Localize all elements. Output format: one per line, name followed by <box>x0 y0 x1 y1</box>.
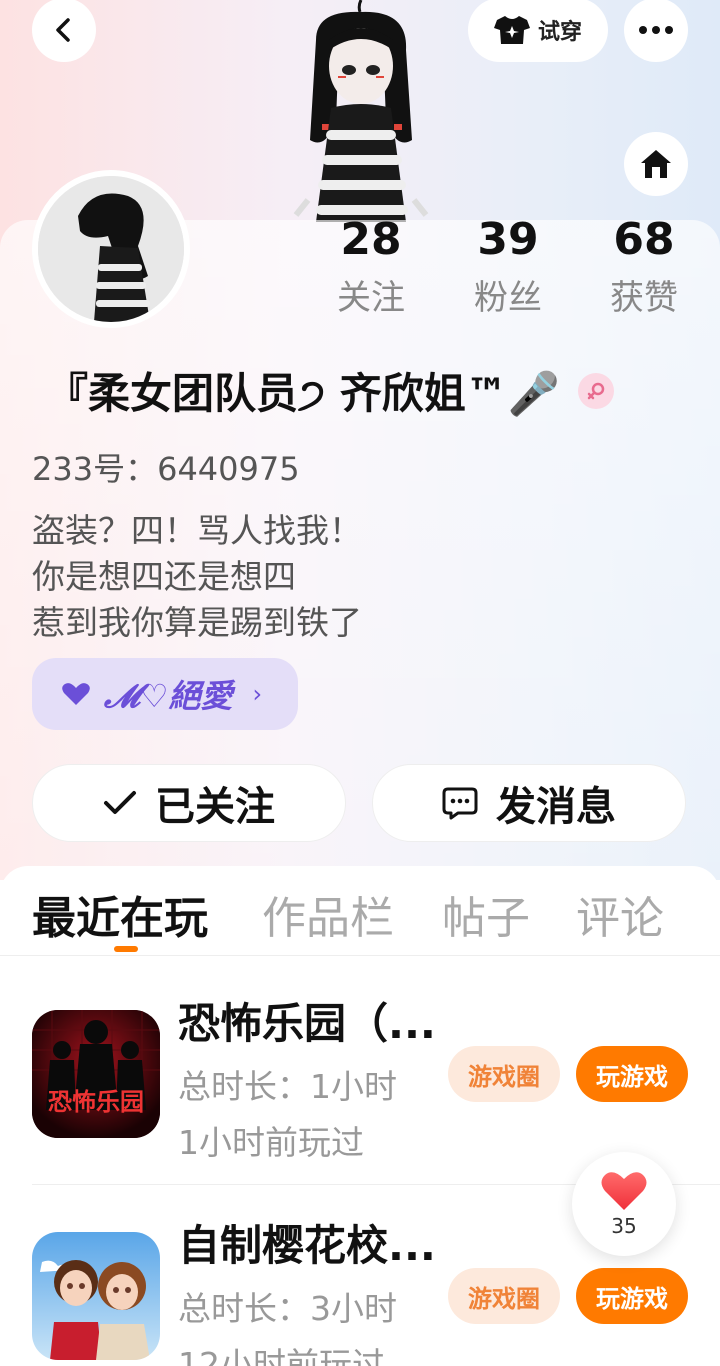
heart-icon <box>601 1172 647 1210</box>
game-title: 自制樱花校... <box>178 1221 436 1270</box>
game-icon <box>32 1232 160 1360</box>
more-dots-icon <box>639 26 673 34</box>
avatar[interactable] <box>32 170 190 328</box>
game-last-played: 1小时前玩过 <box>178 1123 364 1162</box>
nickname-row: 『柔女团队员੭ 齐欣姐™🎤 <box>46 360 615 421</box>
character-avatar-illustration <box>293 0 429 222</box>
game-icon: 恐怖乐园 <box>32 1010 160 1138</box>
female-icon <box>578 372 615 409</box>
more-options-button[interactable] <box>624 0 688 62</box>
home-icon <box>641 150 671 178</box>
back-button[interactable] <box>32 0 96 62</box>
following-stat[interactable]: 28 关注 <box>316 212 426 328</box>
try-on-label: 试穿 <box>537 20 582 45</box>
bio-line: 盗装？四！骂人找我！ <box>32 511 362 550</box>
followed-label: 已关注 <box>155 784 275 830</box>
bio-line: 你是想四还是想四 <box>32 557 296 596</box>
guild-badge-button[interactable]: 𝓜♡絕愛 › <box>32 658 298 730</box>
nickname: 『柔女团队员੭ 齐欣姐™🎤 <box>46 369 561 418</box>
likes-count: 68 <box>613 214 675 265</box>
try-on-button[interactable]: 试穿 <box>468 0 608 62</box>
followers-count: 39 <box>477 214 539 265</box>
back-arrow-icon <box>56 18 70 42</box>
tab-works[interactable]: 作品栏 <box>262 882 394 946</box>
likes-stat[interactable]: 68 获赞 <box>589 212 699 328</box>
tab-posts[interactable]: 帖子 <box>442 882 530 946</box>
play-game-button[interactable]: 玩游戏 <box>576 1268 688 1324</box>
game-title: 恐怖乐园（... <box>178 999 436 1048</box>
game-last-played: 12小时前玩过 <box>178 1345 385 1366</box>
tab-comments[interactable]: 评论 <box>576 882 664 946</box>
tab-recently-played[interactable]: 最近在玩 <box>32 882 208 946</box>
play-game-button[interactable]: 玩游戏 <box>576 1046 688 1102</box>
following-count: 28 <box>340 214 402 265</box>
bio: 盗装？四！骂人找我！ 你是想四还是想四 惹到我你算是踢到铁了 <box>32 508 362 646</box>
user-id: 233号：6440975 <box>32 450 300 488</box>
like-count: 35 <box>611 1214 637 1238</box>
game-icon-text: 恐怖乐园 <box>48 1087 144 1116</box>
floating-like-button[interactable]: 35 <box>572 1152 676 1256</box>
likes-label: 获赞 <box>610 278 678 318</box>
avatar-image <box>38 176 184 322</box>
game-circle-button[interactable]: 游戏圈 <box>448 1046 560 1102</box>
checkmark-icon <box>104 791 136 814</box>
home-button[interactable] <box>624 132 688 196</box>
game-list-item[interactable]: 恐怖乐园 恐怖乐园（... 总时长：1小时 1小时前玩过 游戏圈 玩游戏 <box>0 962 720 1184</box>
followed-button[interactable]: 已关注 <box>32 764 346 842</box>
guild-label: 𝓜♡絕愛 <box>104 677 233 715</box>
followers-stat[interactable]: 39 粉丝 <box>453 212 563 328</box>
profile-tabs: 最近在玩 作品栏 帖子 评论 <box>0 866 720 956</box>
bio-line: 惹到我你算是踢到铁了 <box>32 603 362 642</box>
following-label: 关注 <box>337 278 405 318</box>
chat-bubble-icon <box>442 787 478 820</box>
send-message-label: 发消息 <box>496 784 616 830</box>
heart-icon <box>62 683 90 705</box>
t-shirt-sparkle-icon <box>493 16 530 44</box>
followers-label: 粉丝 <box>474 278 542 318</box>
game-duration: 总时长：1小时 <box>178 1067 397 1106</box>
chevron-right-icon: › <box>252 680 263 708</box>
game-circle-button[interactable]: 游戏圈 <box>448 1268 560 1324</box>
send-message-button[interactable]: 发消息 <box>372 764 686 842</box>
active-tab-indicator <box>114 946 138 952</box>
game-duration: 总时长：3小时 <box>178 1289 397 1328</box>
